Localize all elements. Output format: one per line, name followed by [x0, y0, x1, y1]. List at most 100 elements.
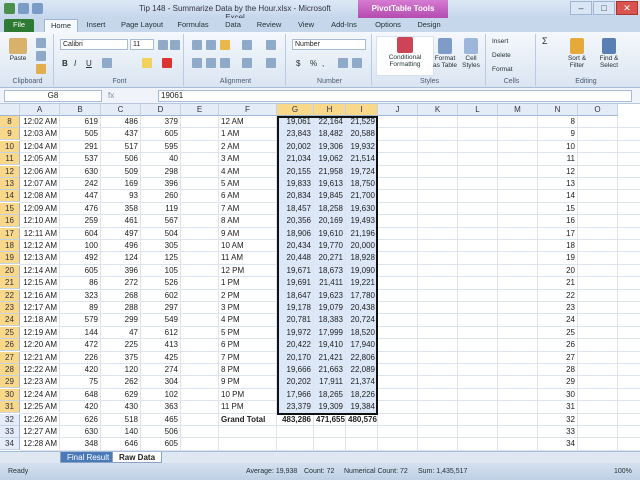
- row-header[interactable]: 19: [0, 252, 20, 265]
- sort-filter-button[interactable]: Sort & Filter: [562, 38, 592, 69]
- align-left-icon[interactable]: [192, 58, 202, 68]
- cell-f[interactable]: 5 AM: [219, 178, 276, 190]
- cell-d[interactable]: 119: [141, 203, 180, 215]
- tab-insert[interactable]: Insert: [80, 19, 112, 32]
- row-header[interactable]: 16: [0, 215, 20, 228]
- cell-d[interactable]: 425: [141, 352, 180, 364]
- row-header[interactable]: 24: [0, 314, 20, 327]
- fill-color-icon[interactable]: [142, 58, 152, 68]
- cell-a[interactable]: 12:18 AM: [20, 314, 59, 326]
- align-center-icon[interactable]: [206, 58, 216, 68]
- cell-b[interactable]: 348: [60, 438, 100, 450]
- paste-button[interactable]: Paste: [6, 38, 30, 62]
- row-header[interactable]: 30: [0, 388, 20, 401]
- cell-d[interactable]: 297: [141, 302, 180, 314]
- format-as-table-button[interactable]: Format as Table: [432, 38, 458, 69]
- cell-d[interactable]: 125: [141, 252, 180, 264]
- row-header[interactable]: 13: [0, 178, 20, 190]
- cell-d[interactable]: 305: [141, 240, 180, 252]
- cell-n[interactable]: 28: [538, 364, 577, 376]
- row-header[interactable]: 14: [0, 190, 20, 203]
- cell-d[interactable]: 605: [141, 438, 180, 450]
- italic-button[interactable]: I: [74, 60, 76, 68]
- cell-d[interactable]: 567: [141, 215, 180, 227]
- align-bottom-icon[interactable]: [220, 40, 230, 50]
- cell-d[interactable]: 102: [141, 389, 180, 401]
- cell-b[interactable]: 291: [60, 141, 100, 153]
- cell-f[interactable]: 12 PM: [219, 265, 276, 277]
- cell-c[interactable]: 124: [101, 252, 140, 264]
- row-header[interactable]: 23: [0, 302, 20, 314]
- cell-c[interactable]: 506: [101, 153, 140, 165]
- cell-a[interactable]: 12:06 AM: [20, 166, 59, 178]
- cell-f[interactable]: 2 AM: [219, 141, 276, 153]
- cell-f[interactable]: 10 PM: [219, 389, 276, 401]
- cell-d[interactable]: 363: [141, 401, 180, 413]
- column-header-d[interactable]: D: [141, 104, 181, 116]
- cell-n[interactable]: 18: [538, 240, 577, 252]
- cell-a[interactable]: 12:20 AM: [20, 339, 59, 351]
- cell-n[interactable]: 31: [538, 401, 577, 413]
- cell-a[interactable]: 12:21 AM: [20, 352, 59, 364]
- cell-c[interactable]: 646: [101, 438, 140, 450]
- cell-b[interactable]: 100: [60, 240, 100, 252]
- cell-g[interactable]: 483,286: [277, 414, 313, 426]
- column-header-k[interactable]: K: [418, 104, 458, 116]
- cell-d[interactable]: 105: [141, 265, 180, 277]
- cell-a[interactable]: 12:22 AM: [20, 364, 59, 376]
- cell-f[interactable]: 4 PM: [219, 314, 276, 326]
- cell-n[interactable]: 22: [538, 290, 577, 302]
- comma-button[interactable]: ,: [322, 60, 324, 68]
- cell-f[interactable]: [219, 426, 276, 438]
- cell-f[interactable]: 7 PM: [219, 352, 276, 364]
- cell-n[interactable]: 27: [538, 352, 577, 364]
- row-header[interactable]: 33: [0, 426, 20, 438]
- cell-d[interactable]: 379: [141, 116, 180, 128]
- cell-c[interactable]: 437: [101, 128, 140, 140]
- cell-n[interactable]: 15: [538, 203, 577, 215]
- cell-n[interactable]: 12: [538, 166, 577, 178]
- cell-c[interactable]: 358: [101, 203, 140, 215]
- font-size-select[interactable]: 11: [130, 39, 154, 50]
- indent-icon[interactable]: [242, 58, 252, 68]
- cell-a[interactable]: 12:27 AM: [20, 426, 59, 438]
- cell-i[interactable]: [346, 438, 377, 450]
- column-header-c[interactable]: C: [101, 104, 141, 116]
- cell-n[interactable]: 30: [538, 389, 577, 401]
- cell-f[interactable]: 4 AM: [219, 166, 276, 178]
- cell-b[interactable]: 605: [60, 265, 100, 277]
- cell-d[interactable]: 605: [141, 128, 180, 140]
- cell-d[interactable]: 260: [141, 190, 180, 202]
- row-header[interactable]: 34: [0, 438, 20, 451]
- cell-h[interactable]: [314, 438, 345, 450]
- cell-n[interactable]: 8: [538, 116, 577, 128]
- cell-h[interactable]: 471,655: [314, 414, 345, 426]
- cell-c[interactable]: 268: [101, 290, 140, 302]
- column-header-l[interactable]: L: [458, 104, 498, 116]
- formula-input[interactable]: 19061: [158, 90, 632, 102]
- cell-f[interactable]: [219, 438, 276, 450]
- cell-n[interactable]: 34: [538, 438, 577, 450]
- cell-c[interactable]: 461: [101, 215, 140, 227]
- cell-f[interactable]: Grand Total: [219, 414, 276, 426]
- cell-a[interactable]: 12:03 AM: [20, 128, 59, 140]
- format-painter-icon[interactable]: [36, 64, 46, 74]
- cell-b[interactable]: 89: [60, 302, 100, 314]
- cell-d[interactable]: 506: [141, 426, 180, 438]
- cell-b[interactable]: 619: [60, 116, 100, 128]
- cell-d[interactable]: 612: [141, 327, 180, 339]
- cell-f[interactable]: 9 AM: [219, 228, 276, 240]
- row-header[interactable]: 31: [0, 401, 20, 414]
- merge-center-icon[interactable]: [266, 58, 276, 68]
- cell-a[interactable]: 12:15 AM: [20, 277, 59, 289]
- minimize-button[interactable]: –: [570, 1, 592, 15]
- cell-f[interactable]: 8 AM: [219, 215, 276, 227]
- cell-c[interactable]: 375: [101, 352, 140, 364]
- row-header[interactable]: 28: [0, 364, 20, 376]
- cell-d[interactable]: 298: [141, 166, 180, 178]
- cell-c[interactable]: 497: [101, 228, 140, 240]
- cell-n[interactable]: 20: [538, 265, 577, 277]
- cell-b[interactable]: 604: [60, 228, 100, 240]
- cell-b[interactable]: 579: [60, 314, 100, 326]
- cell-n[interactable]: 16: [538, 215, 577, 227]
